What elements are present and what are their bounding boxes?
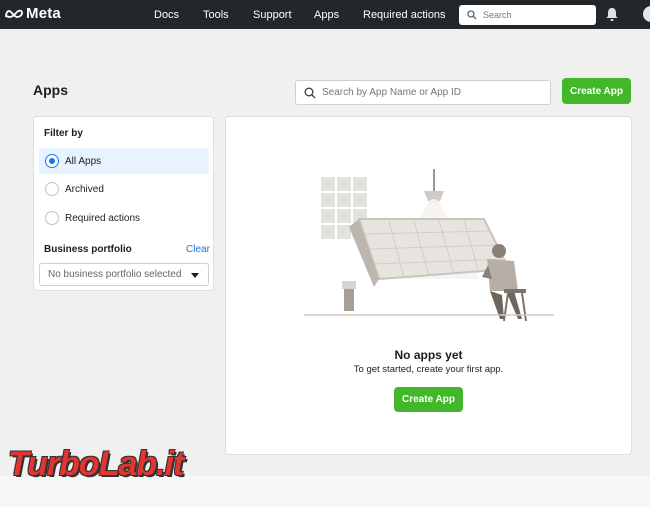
radio-icon[interactable] (45, 211, 59, 225)
bell-icon[interactable] (605, 7, 619, 22)
nav-apps[interactable]: Apps (314, 9, 339, 21)
filter-panel: Filter by All Apps Archived Required act… (33, 116, 214, 291)
avatar[interactable] (643, 6, 650, 22)
business-portfolio-value: No business portfolio selected (48, 269, 182, 280)
create-app-button[interactable]: Create App (562, 78, 631, 104)
create-first-app-button[interactable]: Create App (394, 387, 463, 412)
app-search-input[interactable] (322, 87, 542, 98)
radio-icon[interactable] (45, 182, 59, 196)
brand-name: Meta (26, 5, 61, 22)
nav-docs[interactable]: Docs (154, 9, 179, 21)
meta-logo[interactable]: Meta (4, 5, 61, 22)
caret-down-icon (191, 273, 199, 278)
filter-option-label: Archived (65, 183, 104, 195)
filter-option-archived[interactable]: Archived (39, 176, 209, 202)
search-icon (467, 10, 477, 20)
filter-option-label: All Apps (65, 155, 102, 167)
filter-option-all-apps[interactable]: All Apps (39, 148, 209, 174)
empty-state-title: No apps yet (394, 348, 463, 362)
app-search-box[interactable] (295, 80, 551, 105)
meta-logo-icon (5, 9, 23, 18)
filter-option-label: Required actions (65, 212, 141, 224)
empty-state-subtitle: To get started, create your first app. (353, 364, 504, 375)
nav-support[interactable]: Support (253, 9, 292, 21)
top-search-input[interactable] (483, 10, 583, 20)
nav-required-actions[interactable]: Required actions (363, 9, 446, 21)
filter-title: Filter by (44, 128, 83, 139)
business-portfolio-title: Business portfolio (44, 244, 132, 255)
business-portfolio-dropdown[interactable]: No business portfolio selected (39, 263, 209, 286)
empty-state-card: No apps yet To get started, create your … (225, 116, 632, 455)
filter-option-required-actions[interactable]: Required actions (39, 205, 209, 231)
clear-link[interactable]: Clear (186, 244, 210, 255)
turbolab-watermark: TurboLab.it (8, 445, 184, 483)
page-title: Apps (33, 82, 68, 98)
top-search-box[interactable] (459, 5, 596, 25)
radio-selected-icon[interactable] (45, 154, 59, 168)
search-icon (304, 87, 316, 98)
empty-apps-illustration (304, 169, 554, 322)
nav-tools[interactable]: Tools (203, 9, 229, 21)
top-navbar: Meta Docs Tools Support Apps Required ac… (0, 0, 650, 29)
